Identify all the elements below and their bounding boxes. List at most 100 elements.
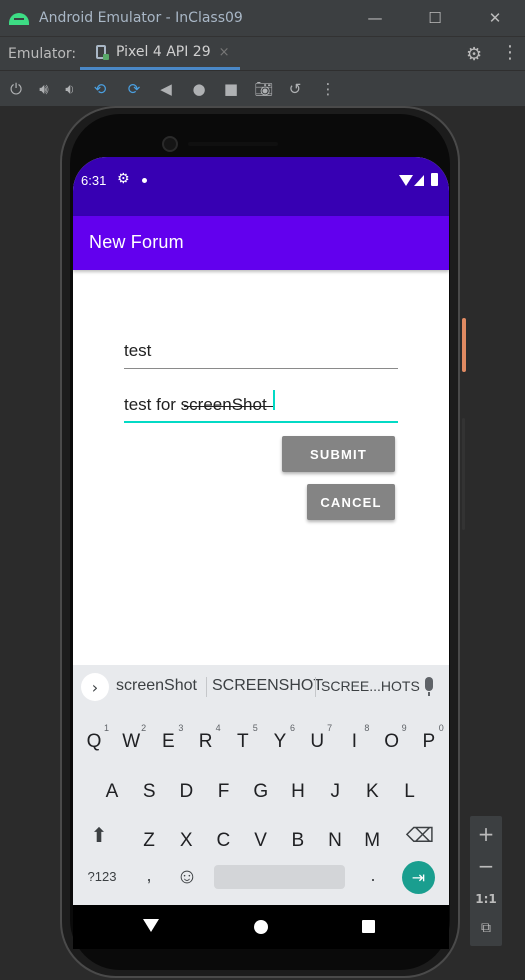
power-icon[interactable]: ⏻ [6, 79, 26, 99]
app-bar: New Forum [73, 216, 449, 270]
emulator-toolbar: ⏻ 🔊︎ 🔉︎ ⟲ ⟳ ◀ ● ■ 📷︎ ↺ ⋮ [0, 70, 525, 106]
composing-underline [184, 406, 274, 407]
key-letter: Q [86, 731, 102, 752]
key-row2-6[interactable]: J [318, 773, 352, 811]
key-letter: P [422, 731, 436, 752]
undo-icon[interactable]: ↺ [285, 79, 305, 99]
more-options-icon[interactable]: ⋮ [501, 42, 519, 63]
comma-key[interactable]: , [137, 863, 161, 887]
battery-icon [431, 173, 438, 186]
suggestion-3[interactable]: SCREE...HOTS [321, 678, 420, 694]
key-row2-3[interactable]: F [207, 773, 241, 811]
key-9[interactable]: P0 [412, 723, 446, 761]
android-logo-icon [9, 11, 29, 25]
key-row2-7[interactable]: K [355, 773, 389, 811]
forum-description-input[interactable] [124, 383, 398, 421]
key-letter: R [198, 731, 213, 752]
key-row3-6[interactable]: M [355, 822, 389, 860]
nav-home-icon[interactable] [254, 920, 268, 934]
rotate-left-icon[interactable]: ⟲ [90, 79, 110, 99]
rotate-right-icon[interactable]: ⟳ [124, 79, 144, 99]
key-row2-8[interactable]: L [393, 773, 427, 811]
period-key[interactable]: . [361, 863, 385, 887]
home-icon[interactable]: ● [189, 79, 209, 99]
settings-notification-icon: ⚙ [117, 171, 130, 187]
space-key[interactable] [214, 865, 345, 889]
front-camera [162, 136, 178, 152]
suggestion-1[interactable]: screenShot [116, 677, 197, 695]
key-5[interactable]: Y6 [263, 723, 297, 761]
emulator-label: Emulator: [8, 45, 77, 62]
key-3[interactable]: R4 [189, 723, 223, 761]
key-row2-1[interactable]: S [132, 773, 166, 811]
nav-back-icon[interactable] [143, 919, 159, 932]
key-number-hint: 6 [289, 723, 295, 733]
key-letter: E [162, 731, 175, 752]
symbols-key[interactable]: ?123 [81, 865, 123, 889]
key-row3-3[interactable]: V [244, 822, 278, 860]
key-8[interactable]: O9 [375, 723, 409, 761]
zoom-out-button[interactable]: − [470, 854, 502, 878]
emoji-key-icon[interactable]: ☺ [173, 863, 201, 891]
key-row2-2[interactable]: D [169, 773, 203, 811]
tab-label: Pixel 4 API 29 [116, 44, 211, 60]
key-7[interactable]: I8 [337, 723, 371, 761]
key-0[interactable]: Q1 [77, 723, 111, 761]
forum-title-input[interactable] [124, 329, 398, 367]
camera-icon[interactable]: 📷︎ [254, 79, 274, 99]
fit-screen-icon[interactable]: ⧉ [470, 920, 502, 936]
text-cursor [273, 390, 275, 410]
wifi-icon [399, 175, 413, 186]
key-row3-2[interactable]: C [206, 822, 240, 860]
device-icon [96, 45, 109, 60]
submit-button[interactable]: SUBMIT [282, 436, 395, 472]
more-icon[interactable]: ⋮ [318, 79, 338, 99]
suggestion-2[interactable]: SCREENSHOT [212, 677, 323, 695]
forum-title-field[interactable] [124, 329, 398, 369]
back-icon[interactable]: ◀ [156, 79, 176, 99]
volume-down-icon[interactable]: 🔉︎ [60, 79, 80, 99]
emulator-tabbar: Emulator: Pixel 4 API 29 × ⚙ ⋮ [0, 36, 525, 70]
key-row2-0[interactable]: A [95, 773, 129, 811]
system-navbar [73, 905, 449, 949]
earpiece [188, 142, 278, 146]
key-2[interactable]: E3 [151, 723, 185, 761]
chevron-right-icon[interactable]: › [81, 673, 109, 701]
zoom-panel: + − 1:1 ⧉ [470, 816, 502, 946]
key-6[interactable]: U7 [300, 723, 334, 761]
forum-description-field[interactable] [124, 383, 398, 423]
backspace-key-icon[interactable]: ⌫ [400, 817, 440, 855]
actual-size-button[interactable]: 1:1 [470, 892, 502, 906]
settings-gear-icon[interactable]: ⚙ [466, 44, 482, 65]
overview-icon[interactable]: ■ [221, 79, 241, 99]
microphone-icon[interactable] [425, 677, 433, 696]
key-row3-4[interactable]: B [281, 822, 315, 860]
tab-close-icon[interactable]: × [219, 45, 230, 60]
volume-side-button[interactable] [462, 418, 465, 530]
key-letter: T [236, 731, 249, 752]
tab-pixel-4[interactable]: Pixel 4 API 29 × [80, 37, 240, 70]
key-number-hint: 5 [252, 723, 258, 733]
close-button[interactable]: ✕ [465, 0, 525, 36]
nav-recents-icon[interactable] [362, 920, 375, 933]
key-1[interactable]: W2 [114, 723, 148, 761]
key-row3-1[interactable]: X [169, 822, 203, 860]
key-row3-0[interactable]: Z [132, 822, 166, 860]
key-row2-4[interactable]: G [244, 773, 278, 811]
key-4[interactable]: T5 [226, 723, 260, 761]
volume-up-icon[interactable]: 🔊︎ [34, 79, 54, 99]
zoom-in-button[interactable]: + [470, 822, 502, 846]
enter-key-icon[interactable]: ⇥ [402, 861, 435, 894]
shift-key-icon[interactable]: ⬆ [79, 817, 119, 855]
status-bar: 6:31 ⚙ [73, 157, 449, 216]
key-number-hint: 9 [401, 723, 407, 733]
key-row2-5[interactable]: H [281, 773, 315, 811]
cancel-button[interactable]: CANCEL [307, 484, 395, 520]
power-side-button[interactable] [462, 318, 466, 372]
minimize-button[interactable]: — [345, 0, 405, 36]
key-number-hint: 7 [327, 723, 333, 733]
key-letter: W [122, 731, 141, 752]
maximize-button[interactable]: ☐ [405, 0, 465, 36]
notification-dot-icon [142, 178, 147, 183]
key-row3-5[interactable]: N [318, 822, 352, 860]
